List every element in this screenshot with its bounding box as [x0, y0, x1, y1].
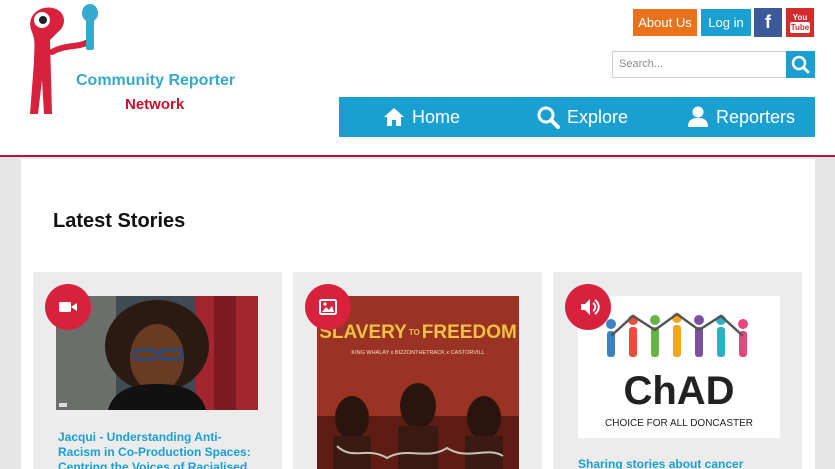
- story-title[interactable]: Jacqui - Understanding Anti-Racism in Co…: [58, 430, 263, 469]
- nav-item-reporters[interactable]: Reporters: [687, 97, 795, 137]
- story-card[interactable]: Jacqui - Understanding Anti-Racism in Co…: [33, 272, 282, 469]
- image-icon: [319, 299, 337, 315]
- search-button[interactable]: [786, 51, 815, 78]
- community-reporter-mascot-icon[interactable]: [22, 2, 108, 122]
- nav-item-home-label: Home: [412, 106, 461, 127]
- site-header: Community Reporter Network About Us Log …: [0, 0, 835, 157]
- chad-tagline: CHOICE FOR ALL DONCASTER: [605, 418, 753, 429]
- search-icon: [537, 106, 560, 129]
- image-type-badge: [305, 284, 351, 330]
- chad-wordmark: ChAD: [623, 369, 734, 413]
- video-type-badge: [45, 284, 91, 330]
- logo-text-line1[interactable]: Community Reporter: [76, 72, 235, 90]
- main-navigation: Home Explore Reporters: [339, 97, 815, 137]
- audio-icon: [581, 299, 600, 315]
- search-icon: [791, 55, 810, 74]
- story-card[interactable]: ChAD CHOICE FOR ALL DONCASTER Sharing st…: [553, 272, 802, 469]
- story-title[interactable]: Sharing stories about cancer: [578, 457, 783, 469]
- facebook-icon[interactable]: f: [754, 8, 782, 37]
- nav-item-explore-label: Explore: [567, 106, 629, 127]
- youtube-icon[interactable]: You Tube: [786, 8, 814, 37]
- about-us-button[interactable]: About Us: [633, 9, 697, 36]
- people-chain-icon: [606, 312, 748, 357]
- section-title-latest-stories: Latest Stories: [53, 210, 186, 232]
- search-input[interactable]: Search...: [612, 51, 787, 78]
- poster-credits: KING WHALAY x BIZZONTHETRACK x CASTORVIL…: [351, 350, 484, 356]
- audio-type-badge: [565, 284, 611, 330]
- story-card[interactable]: SLAVERY TO FREEDOM KING WHALAY x BIZZONTHE…: [293, 272, 542, 469]
- video-camera-icon: [59, 302, 77, 312]
- youtube-icon-text-top: You: [792, 13, 808, 22]
- youtube-icon-text-bottom: Tube: [790, 22, 810, 33]
- user-icon: [688, 106, 708, 127]
- nav-item-explore[interactable]: Explore: [536, 97, 628, 137]
- nav-item-home[interactable]: Home: [383, 97, 460, 137]
- login-button[interactable]: Log in: [701, 9, 751, 36]
- nav-item-reporters-label: Reporters: [716, 106, 796, 127]
- logo-text-line2[interactable]: Network: [125, 96, 184, 113]
- home-icon: [384, 108, 404, 126]
